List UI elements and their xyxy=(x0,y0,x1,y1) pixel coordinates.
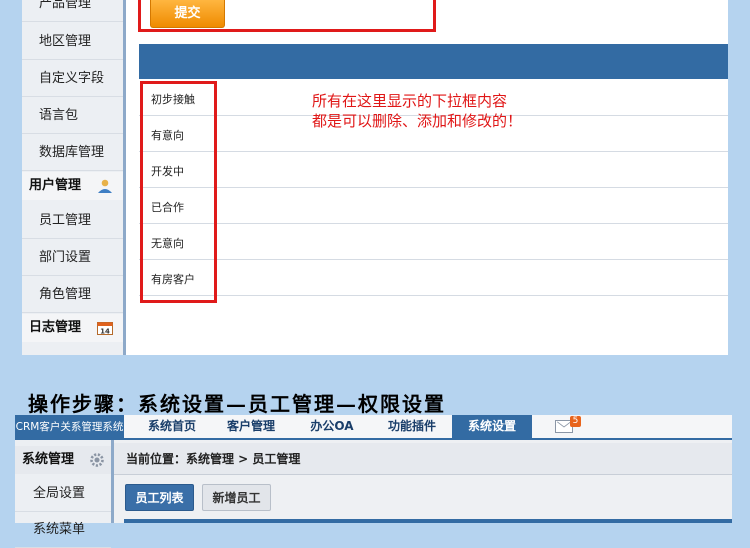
annotation-line-2: 都是可以删除、添加和修改的！ xyxy=(312,112,523,130)
sidebar-item-region[interactable]: 地区管理 xyxy=(22,24,123,60)
sidebar-section-system-label: 系统管理 xyxy=(22,452,75,467)
annotation-line-1: 所有在这里显示的下拉框内容 xyxy=(312,92,508,110)
lower-sidebar: 系统管理 全局设置 系统菜单 xyxy=(15,440,114,548)
calendar-icon: 14 xyxy=(97,322,113,336)
sidebar-item-product[interactable]: 产品管理 xyxy=(22,0,123,22)
calendar-day-text: 14 xyxy=(100,328,110,336)
sidebar-item-department[interactable]: 部门设置 xyxy=(22,240,123,276)
nav-tab-plugins[interactable]: 功能插件 xyxy=(376,415,448,438)
list-item[interactable] xyxy=(139,152,728,188)
nav-tab-customers[interactable]: 客户管理 xyxy=(215,415,287,438)
options-highlight-frame xyxy=(140,81,217,303)
table-header-bar xyxy=(139,44,728,79)
sidebar-section-log-label: 日志管理 xyxy=(29,320,82,335)
annotation-note: 所有在这里显示的下拉框内容 都是可以删除、添加和修改的！ xyxy=(312,91,522,131)
user-icon xyxy=(98,179,112,193)
sidebar-section-log[interactable]: 日志管理 14 xyxy=(22,314,123,342)
steps-heading: 操作步骤：系统设置—员工管理—权限设置 xyxy=(28,392,446,416)
staff-table-header xyxy=(124,519,732,523)
sidebar-item-language-pack[interactable]: 语言包 xyxy=(22,98,123,134)
list-item[interactable] xyxy=(139,260,728,296)
sidebar-item-custom-field[interactable]: 自定义字段 xyxy=(22,61,123,97)
sidebar-section-user-label: 用户管理 xyxy=(29,178,82,193)
list-item[interactable] xyxy=(139,224,728,260)
nav-tab-settings[interactable]: 系统设置 xyxy=(452,415,532,440)
gear-icon xyxy=(90,453,104,467)
sidebar-item-database[interactable]: 数据库管理 xyxy=(22,135,123,171)
mail-badge: 5 xyxy=(570,416,581,427)
nav-tab-home[interactable]: 系统首页 xyxy=(136,415,208,438)
sidebar-item-role[interactable]: 角色管理 xyxy=(22,277,123,313)
sidebar-section-user[interactable]: 用户管理 xyxy=(22,172,123,200)
sidebar-item-system-menu[interactable]: 系统菜单 xyxy=(15,512,111,548)
breadcrumb: 当前位置：系统管理 > 员工管理 xyxy=(114,443,732,475)
upper-sidebar: 产品管理 地区管理 自定义字段 语言包 数据库管理 用户管理 员工管理 部门设置… xyxy=(22,0,126,355)
add-staff-button[interactable]: 新增员工 xyxy=(202,484,271,511)
staff-list-button[interactable]: 员工列表 xyxy=(125,484,194,511)
submit-button[interactable]: 提交 xyxy=(150,0,225,28)
sidebar-item-global-settings[interactable]: 全局设置 xyxy=(15,476,111,512)
sidebar-item-staff[interactable]: 员工管理 xyxy=(22,203,123,239)
nav-tab-office[interactable]: 办公OA xyxy=(296,415,368,438)
app-title: CRM客户关系管理系统 xyxy=(15,415,124,440)
sidebar-section-system[interactable]: 系统管理 xyxy=(15,446,111,474)
list-item[interactable] xyxy=(139,188,728,224)
